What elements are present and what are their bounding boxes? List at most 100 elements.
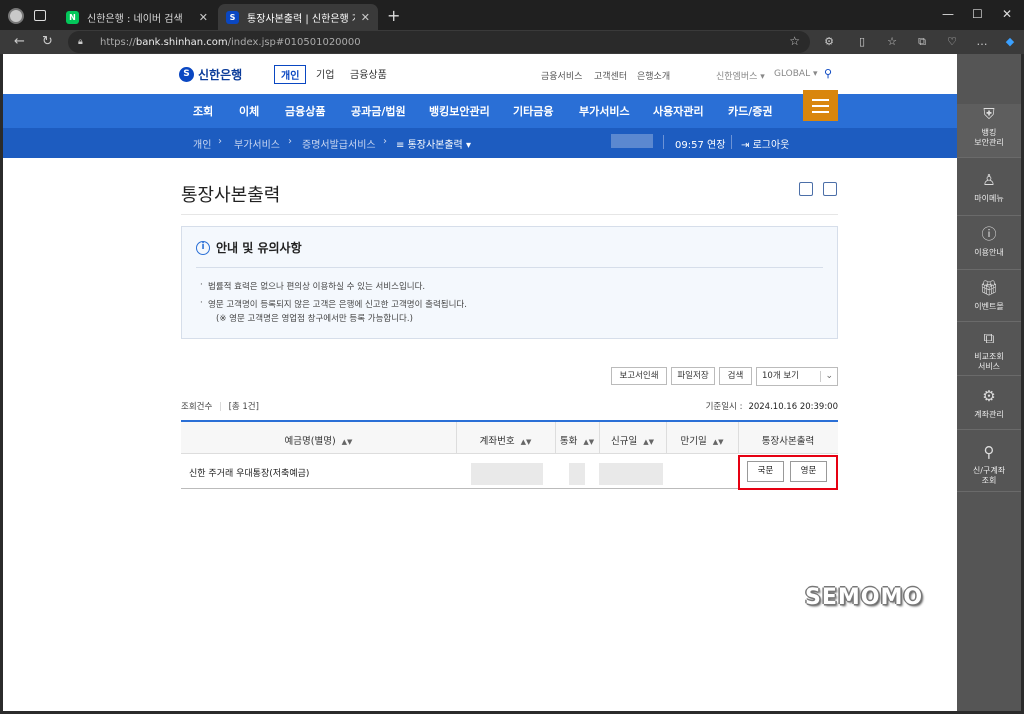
more-menu-icon[interactable]: …	[975, 35, 989, 49]
side-label: 이용안내	[974, 248, 1004, 257]
sort-icon[interactable]: ▲▼	[521, 438, 532, 446]
count-value: [총 1건]	[228, 402, 259, 412]
segment-business[interactable]: 기업	[316, 66, 334, 81]
new-tab-plus-icon[interactable]: +	[387, 6, 400, 25]
tab-shinhan-active[interactable]: S 통장사본출력 | 신한은행 개인뱅킹 ✕	[218, 4, 378, 30]
maximize-icon[interactable]: ☐	[972, 7, 983, 21]
breadcrumb-current[interactable]: ≡ 통장사본출력 ▾	[396, 136, 471, 151]
copilot-icon[interactable]: ◆	[1003, 35, 1017, 49]
close-tab-icon[interactable]: ✕	[361, 11, 370, 24]
tab-naver-search[interactable]: N 신한은행 : 네이버 검색 ✕	[58, 4, 216, 30]
browser-essentials-icon[interactable]: ♡	[945, 35, 959, 49]
gnb-other-finance[interactable]: 기타금융	[513, 103, 553, 119]
all-menu-hamburger-icon[interactable]	[803, 90, 838, 121]
side-label: 이벤트몰	[974, 302, 1004, 311]
breadcrumb-personal[interactable]: 개인	[193, 136, 211, 151]
side-label: 비교조회 서비스	[974, 352, 1004, 371]
url-scheme: https://	[100, 36, 136, 48]
notice-box: i 안내 및 유의사항 법률적 효력은 없으나 편의상 이용하실 수 있는 서비…	[181, 226, 838, 339]
logout-button[interactable]: ⇥ 로그아웃	[741, 136, 789, 151]
url-host: bank.shinhan.com	[135, 36, 228, 48]
back-arrow-icon[interactable]: ←	[14, 34, 25, 49]
select-divider	[820, 371, 821, 382]
save-file-button[interactable]: 파일저장	[671, 367, 715, 385]
gnb-extra-services[interactable]: 부가서비스	[579, 103, 630, 119]
divider	[663, 135, 664, 149]
masked-currency	[569, 463, 585, 485]
collections-icon[interactable]: ⧉	[915, 35, 929, 49]
gnb-banking-security[interactable]: 뱅킹보안관리	[429, 103, 490, 119]
extensions-icon[interactable]: ⚙	[822, 35, 836, 49]
gnb-products[interactable]: 금융상품	[285, 103, 325, 119]
util-global-dropdown[interactable]: GLOBAL ▾	[774, 69, 818, 79]
sort-icon[interactable]: ▲▼	[342, 438, 353, 446]
column-header-open-date[interactable]: 신규일 ▲▼	[599, 433, 666, 447]
util-members-dropdown[interactable]: 신한엠버스 ▾	[716, 69, 765, 82]
segment-personal[interactable]: 개인	[274, 65, 307, 84]
gnb-card-securities[interactable]: 카드/증권	[728, 103, 773, 119]
gnb-inquiry[interactable]: 조회	[193, 103, 213, 119]
side-usage-guide[interactable]: ⓘ 이용안내	[957, 218, 1021, 270]
sort-icon[interactable]: ▲▼	[583, 438, 594, 446]
side-old-new-account[interactable]: ⚲ 신/구계좌 조회	[957, 436, 1021, 492]
search-icon[interactable]: ⚲	[824, 67, 832, 80]
address-bar[interactable]: 🔒︎ https://bank.shinhan.com/index.jsp#01…	[68, 31, 810, 53]
reload-icon[interactable]: ↻	[42, 34, 53, 49]
korean-print-button[interactable]: 국문	[747, 461, 784, 482]
split-screen-icon[interactable]: ▯	[855, 35, 869, 49]
notice-heading: i 안내 및 유의사항	[196, 239, 302, 256]
tab-title: 통장사본출력 | 신한은행 개인뱅킹	[247, 13, 355, 25]
tab-title: 신한은행 : 네이버 검색	[87, 13, 183, 25]
tab-actions-icon[interactable]	[34, 10, 46, 21]
favorite-star-icon[interactable]: ☆	[789, 34, 800, 48]
window-close-icon[interactable]: ✕	[1002, 7, 1012, 21]
gnb-utility-court[interactable]: 공과금/법원	[351, 103, 406, 119]
side-my-menu[interactable]: ♙ 마이메뉴	[957, 164, 1021, 216]
english-print-button[interactable]: 영문	[790, 461, 827, 482]
search-button[interactable]: 검색	[719, 367, 752, 385]
column-header-account[interactable]: 계좌번호 ▲▼	[456, 433, 555, 447]
sort-icon[interactable]: ▲▼	[713, 438, 724, 446]
user-icon: ♙	[982, 171, 996, 189]
side-compare-service[interactable]: ⧉ 비교조회 서비스	[957, 324, 1021, 376]
site-info-lock-icon[interactable]: 🔒︎	[78, 37, 88, 47]
shinhan-logo[interactable]: S 신한은행	[179, 66, 242, 83]
base-date-label: 기준일시 :	[705, 402, 743, 412]
column-header-passbook-print: 통장사본출력	[761, 436, 815, 447]
print-report-button[interactable]: 보고서인쇄	[611, 367, 667, 385]
count-label: 조회건수	[181, 402, 213, 412]
segment-products[interactable]: 금융상품	[350, 66, 387, 81]
download-icon[interactable]	[799, 182, 813, 196]
column-header-name[interactable]: 예금명(별명) ▲▼	[181, 433, 456, 447]
side-account-management[interactable]: ⚙ 계좌관리	[957, 380, 1021, 430]
breadcrumb-certificate[interactable]: 증명서발급서비스	[302, 136, 376, 151]
header-label: 예금명(별명)	[284, 436, 336, 447]
favorites-icon[interactable]: ☆	[885, 35, 899, 49]
global-label: GLOBAL	[774, 69, 811, 79]
gnb-transfer[interactable]: 이체	[239, 103, 259, 119]
sort-icon[interactable]: ▲▼	[643, 438, 654, 446]
column-header-currency[interactable]: 통화 ▲▼	[555, 433, 599, 447]
column-header-maturity[interactable]: 만기일 ▲▼	[666, 433, 738, 447]
divider	[731, 135, 732, 149]
quick-side-panel: ⛨ 뱅킹 보안관리 ♙ 마이메뉴 ⓘ 이용안내 🎁︎ 이벤트몰 ⧉ 비교조회 서비스 ⚙ 계…	[957, 54, 1021, 711]
breadcrumb-extra-services[interactable]: 부가서비스	[234, 136, 280, 151]
info-icon: i	[196, 240, 210, 255]
page-size-select[interactable]: 10개 보기 ⌄	[756, 367, 838, 386]
side-banking-security[interactable]: ⛨ 뱅킹 보안관리	[957, 104, 1021, 158]
side-event-mall[interactable]: 🎁︎ 이벤트몰	[957, 272, 1021, 322]
print-icon[interactable]	[823, 182, 837, 196]
util-financial-service[interactable]: 금융서비스	[541, 69, 582, 82]
extend-session-link[interactable]: 연장	[707, 140, 725, 151]
util-customer-center[interactable]: 고객센터	[594, 69, 627, 82]
gnb-user-management[interactable]: 사용자관리	[653, 103, 704, 119]
close-tab-icon[interactable]: ✕	[199, 11, 208, 24]
util-about-bank[interactable]: 은행소개	[637, 69, 670, 82]
notice-heading-text: 안내 및 유의사항	[216, 241, 302, 255]
breadcrumb-chevron-icon: ›	[383, 136, 387, 147]
header-label: 계좌번호	[479, 436, 515, 447]
minimize-icon[interactable]: —	[942, 7, 954, 21]
profile-avatar-icon[interactable]	[8, 8, 24, 24]
side-label: 계좌관리	[974, 410, 1004, 419]
side-label: 신/구계좌 조회	[972, 466, 1006, 485]
